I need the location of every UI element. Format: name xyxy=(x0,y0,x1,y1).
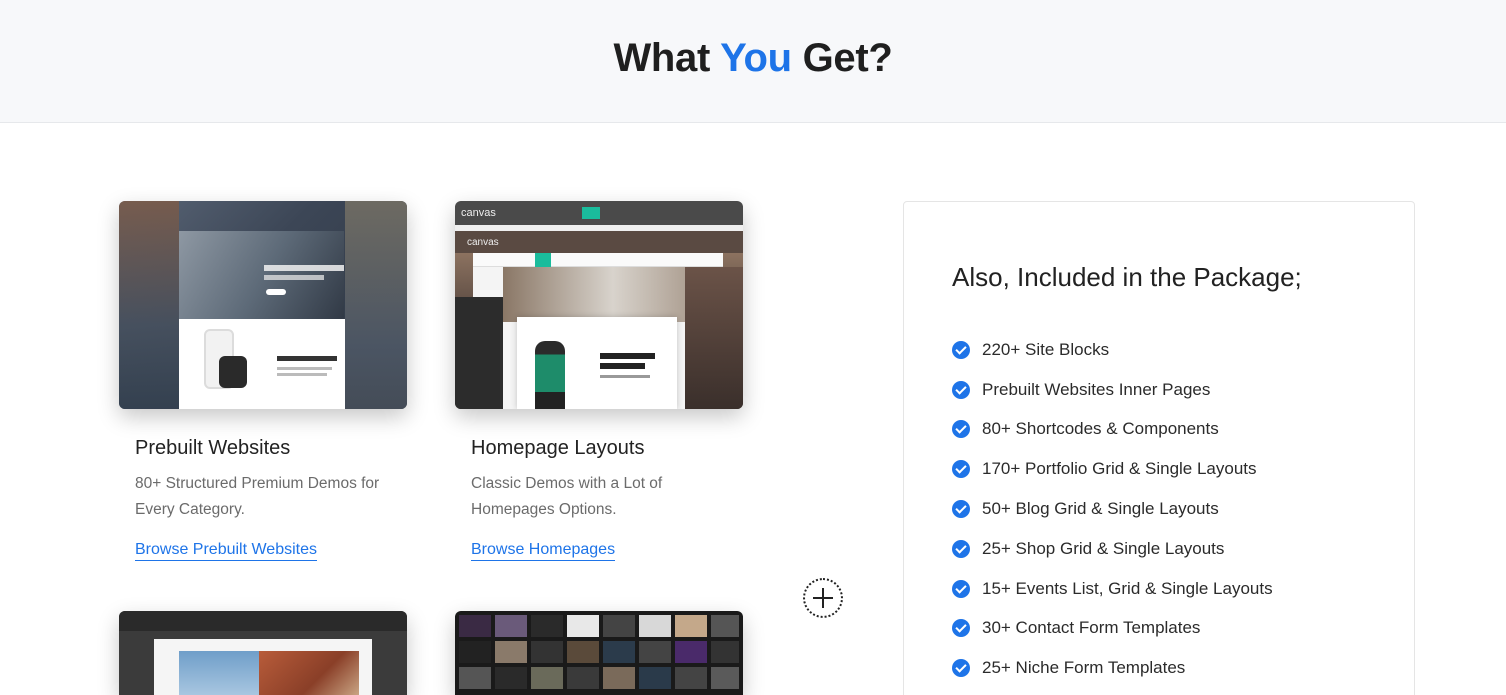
thumb-tile xyxy=(567,667,599,689)
browse-homepages-link[interactable]: Browse Homepages xyxy=(471,541,616,561)
thumb-nav xyxy=(119,611,407,631)
thumb-tile xyxy=(459,667,491,689)
thumb-tile xyxy=(459,641,491,663)
package-item: 80+ Shortcodes & Components xyxy=(952,410,1273,450)
package-item: 15+ Events List, Grid & Single Layouts xyxy=(952,569,1273,609)
thumb-tile xyxy=(567,615,599,637)
thumb-tile xyxy=(495,641,527,663)
package-item-label: 25+ Niche Form Templates xyxy=(982,658,1186,678)
thumbnail-3[interactable] xyxy=(119,611,407,695)
package-item: 25+ Niche Form Templates xyxy=(952,648,1273,688)
thumbnail-4[interactable] xyxy=(455,611,743,695)
package-list: 220+ Site Blocks Prebuilt Websites Inner… xyxy=(952,330,1273,688)
thumb-line xyxy=(264,275,324,280)
title-accent: You xyxy=(720,36,792,80)
thumb-tile xyxy=(675,641,707,663)
thumb-tile xyxy=(531,667,563,689)
thumb-tile xyxy=(531,615,563,637)
thumb-tile xyxy=(711,641,739,663)
thumb-line xyxy=(277,367,332,370)
thumb-tile xyxy=(567,641,599,663)
prebuilt-websites-thumbnail[interactable] xyxy=(119,201,407,409)
page-title: What You Get? xyxy=(0,36,1506,81)
title-after: Get? xyxy=(791,36,893,80)
thumb-tile xyxy=(603,641,635,663)
check-circle-icon xyxy=(952,579,970,598)
thumb-tile xyxy=(639,641,671,663)
check-circle-icon xyxy=(952,539,970,558)
package-item-label: 80+ Shortcodes & Components xyxy=(982,419,1219,439)
thumb-hero xyxy=(179,231,344,331)
check-circle-icon xyxy=(952,420,970,439)
card-title-homepage: Homepage Layouts xyxy=(471,437,645,459)
package-item: 170+ Portfolio Grid & Single Layouts xyxy=(952,449,1273,489)
package-item-label: 170+ Portfolio Grid & Single Layouts xyxy=(982,459,1257,479)
card-desc-homepage: Classic Demos with a Lot of Homepages Op… xyxy=(471,475,663,518)
check-circle-icon xyxy=(952,380,970,399)
package-item-label: 25+ Shop Grid & Single Layouts xyxy=(982,538,1225,558)
thumb-line xyxy=(600,353,655,359)
check-circle-icon xyxy=(952,340,970,359)
package-item: 50+ Blog Grid & Single Layouts xyxy=(952,489,1273,529)
thumb-tile xyxy=(711,615,739,637)
thumb-bg xyxy=(345,201,407,409)
package-item: 220+ Site Blocks xyxy=(952,330,1273,370)
package-item-label: 30+ Contact Form Templates xyxy=(982,618,1201,638)
package-title: Also, Included in the Package; xyxy=(952,262,1302,292)
package-item-label: 15+ Events List, Grid & Single Layouts xyxy=(982,578,1273,598)
thumb-line xyxy=(277,373,327,376)
thumb-line xyxy=(277,356,337,361)
watch-illustration xyxy=(219,356,247,388)
thumb-building xyxy=(259,651,359,695)
card-title-prebuilt: Prebuilt Websites xyxy=(135,437,291,459)
check-circle-icon xyxy=(952,619,970,638)
thumb-side xyxy=(455,297,503,409)
thumb-tile xyxy=(603,667,635,689)
package-item: 30+ Contact Form Templates xyxy=(952,609,1273,649)
thumb-tile xyxy=(495,615,527,637)
homepage-layouts-thumbnail[interactable]: canvas canvas xyxy=(455,201,743,409)
check-circle-icon xyxy=(952,500,970,519)
plus-vertical xyxy=(822,588,824,608)
thumb-tile xyxy=(459,615,491,637)
package-item: 25+ Shop Grid & Single Layouts xyxy=(952,529,1273,569)
package-item-label: 220+ Site Blocks xyxy=(982,339,1110,359)
fashion-figure xyxy=(535,341,565,409)
thumb-line xyxy=(600,375,650,378)
card-desc-prebuilt: 80+ Structured Premium Demos for Every C… xyxy=(135,475,380,518)
thumb-button xyxy=(266,289,286,295)
plus-circle-icon[interactable] xyxy=(803,578,843,618)
thumb-tile xyxy=(531,641,563,663)
thumb-line xyxy=(600,363,645,369)
thumb-photo xyxy=(685,267,743,409)
canvas-logo: canvas xyxy=(467,237,499,248)
package-item-label: 50+ Blog Grid & Single Layouts xyxy=(982,499,1219,519)
thumb-tile xyxy=(603,615,635,637)
thumb-bg xyxy=(119,201,179,409)
thumb-nav xyxy=(473,253,723,267)
thumb-tile xyxy=(711,667,739,689)
thumb-tile xyxy=(639,615,671,637)
thumb-nav-active xyxy=(582,207,600,219)
thumb-tile xyxy=(675,667,707,689)
thumb-line xyxy=(264,265,344,271)
thumb-tile xyxy=(675,615,707,637)
title-before: What xyxy=(613,36,721,80)
canvas-logo: canvas xyxy=(461,207,496,219)
thumb-sky xyxy=(179,651,259,695)
thumb-tile xyxy=(639,667,671,689)
thumb-tile xyxy=(495,667,527,689)
browse-prebuilt-link[interactable]: Browse Prebuilt Websites xyxy=(135,541,317,561)
check-circle-icon xyxy=(952,460,970,479)
check-circle-icon xyxy=(952,659,970,678)
thumb-nav-active xyxy=(535,253,551,267)
package-item: Prebuilt Websites Inner Pages xyxy=(952,370,1273,410)
package-item-label: Prebuilt Websites Inner Pages xyxy=(982,379,1211,399)
